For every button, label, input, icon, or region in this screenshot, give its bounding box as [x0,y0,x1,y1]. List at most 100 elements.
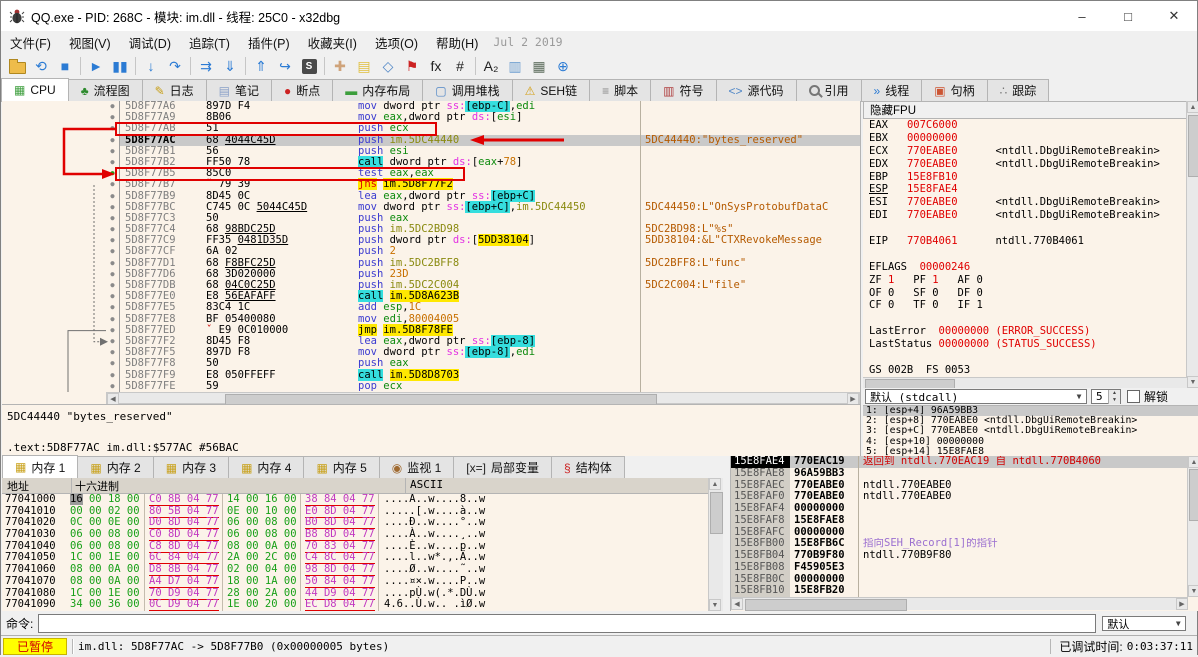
scroll-up-arrow[interactable]: ▲ [1187,101,1198,113]
scroll-down-arrow[interactable]: ▼ [709,599,721,611]
register-line[interactable] [863,222,1187,235]
menu-item[interactable]: 调试(D) [120,31,180,54]
register-line[interactable]: OF 0 SF 0 DF 0 [863,287,1187,300]
strings-icon[interactable]: S [297,55,321,77]
run-icon[interactable]: ► [84,55,108,77]
tab-notes[interactable]: ▤ 笔记 [205,79,273,101]
row-dot[interactable]: ● [106,269,119,280]
scroll-thumb[interactable] [1189,469,1198,521]
unlock-checkbox-group[interactable]: 解锁 [1127,388,1168,405]
register-line[interactable]: EDI 770EABE0 <ntdll.DbgUiRemoteBreakin> [863,209,1187,222]
scroll-right-arrow[interactable]: ▶ [1176,598,1188,610]
tab-seh[interactable]: ⚠ SEH链 [511,79,591,101]
menu-item[interactable]: 收藏夹(I) [299,31,366,54]
restart-icon[interactable]: ⟲ [29,55,53,77]
stack-row[interactable]: 15E8FAE8 96A59BB3 [731,467,1188,480]
scroll-thumb[interactable] [710,492,723,534]
register-line[interactable]: EDX 770EABE0 <ntdll.DbgUiRemoteBreakin> [863,158,1187,171]
pause-icon[interactable]: ▮▮ [108,55,132,77]
register-line[interactable]: ZF 1 PF 1 AF 0 [863,274,1187,287]
register-line[interactable] [863,351,1187,364]
row-dot[interactable]: ● [106,302,119,313]
row-dot[interactable]: ● [106,325,119,336]
disassembly-row[interactable]: ● 5D8F77F8 50 push eax [2,358,860,370]
row-dot[interactable]: ● [106,191,119,202]
row-dot[interactable]: ● [106,112,119,123]
tab-trace[interactable]: ∴ 跟踪 [986,79,1050,101]
row-dot[interactable]: ● [106,336,119,347]
step-over-icon[interactable]: ↷ [163,55,187,77]
tab-threads[interactable]: » 线程 [860,79,923,101]
registers-vscrollbar[interactable]: ▲ ▼ [1186,101,1198,388]
row-dot[interactable]: ● [106,157,119,168]
scroll-thumb[interactable] [745,599,907,611]
patch-icon[interactable]: ✚ [328,55,352,77]
tab-breakpoints[interactable]: ● 断点 [271,79,334,101]
scroll-down-arrow[interactable]: ▼ [1187,376,1198,388]
tab-call-stack[interactable]: ▢ 调用堆栈 [422,79,513,101]
row-dot[interactable]: ● [106,314,119,325]
register-line[interactable]: ESI 770EABE0 <ntdll.DbgUiRemoteBreakin> [863,196,1187,209]
row-dot[interactable]: ● [106,347,119,358]
spin-down-icon[interactable]: ▼ [1109,396,1120,404]
row-dot[interactable]: ● [106,291,119,302]
register-line[interactable]: EBP 15E8FB10 [863,171,1187,184]
tab-references[interactable]: 引用 [795,79,862,101]
command-input[interactable] [38,614,1097,633]
disassembly-hscrollbar[interactable]: ◀ ▶ [2,392,860,405]
tab-script[interactable]: ≡ 脚本 [589,79,652,101]
menu-item[interactable]: 帮助(H) [427,31,487,54]
row-dot[interactable]: ● [106,224,119,235]
registers-hscrollbar[interactable] [863,377,1187,389]
command-script-select[interactable]: 默认 ▼ [1102,616,1187,631]
stop-icon[interactable]: ■ [53,55,77,77]
tab-dump4[interactable]: ▦ 内存 4 [228,456,305,478]
stack-row[interactable]: 15E8FB04 770B9F80 ntdll.770B9F80 [731,549,1188,562]
tab-dump5[interactable]: ▦ 内存 5 [303,456,380,478]
argument-count-stepper[interactable]: 5 ▲ ▼ [1091,389,1121,404]
row-dot[interactable]: ● [106,280,119,291]
stack-vscrollbar[interactable]: ▲ ▼ [1187,456,1198,597]
calculator-icon[interactable]: ▦ [527,55,551,77]
tab-log[interactable]: ✎ 日志 [141,79,207,101]
tab-locals[interactable]: [x=] 局部变量 [453,456,552,478]
row-dot[interactable]: ● [106,202,119,213]
disassembly-row[interactable]: ● 5D8F77F9 E8 050FFEFF call im.5D8D8703 [2,368,860,381]
tab-dump3[interactable]: ▦ 内存 3 [152,456,230,478]
hide-fpu-button[interactable]: 隐藏FPU [863,101,1198,119]
column-header-address[interactable]: 地址 [2,478,71,493]
register-line[interactable]: LastStatus 00000000 (STATUS_SUCCESS) [863,338,1187,351]
row-dot[interactable]: ● [106,358,119,369]
open-file-icon[interactable] [5,55,29,77]
globe-icon[interactable]: ⊕ [551,55,575,77]
register-line[interactable]: EBX 00000000 [863,132,1187,145]
row-dot[interactable]: ● [106,381,119,392]
font-icon[interactable]: A₂ [479,55,503,77]
function-icon[interactable]: fx [424,55,448,77]
stack-hscrollbar[interactable]: ◀ ▶ [731,597,1188,611]
column-header-hex[interactable]: 十六进制 [71,478,405,493]
register-line[interactable]: LastError 00000000 (ERROR_SUCCESS) [863,325,1187,338]
label-icon[interactable]: ◇ [376,55,400,77]
maximize-button[interactable]: □ [1105,1,1151,31]
stack-row[interactable]: 15E8FB10 15E8FB20 [731,584,1188,597]
step-into-icon[interactable]: ↓ [139,55,163,77]
breakpoint-dot[interactable]: ● [106,168,119,179]
menu-item[interactable]: 选项(O) [366,31,427,54]
row-dot[interactable]: ● [106,258,119,269]
menu-item[interactable]: 追踪(T) [180,31,239,54]
close-button[interactable]: ✕ [1151,1,1197,31]
row-dot[interactable]: ● [106,370,119,381]
tab-struct[interactable]: § 结构体 [551,456,625,478]
row-dot[interactable]: ● [106,179,119,190]
scroll-thumb[interactable] [1188,115,1198,177]
row-dot[interactable]: ● [106,101,119,112]
register-line[interactable]: EAX 007C6000 [863,119,1187,132]
stack-row[interactable]: 15E8FAF8 15E8FAE8 [731,514,1188,527]
row-dot[interactable]: ● [106,213,119,224]
register-line[interactable] [863,248,1187,261]
tab-cpu[interactable]: ▦ CPU [1,78,69,101]
hash-icon[interactable]: # [448,55,472,77]
row-dot[interactable]: ● [106,246,119,257]
register-line[interactable]: ESP 15E8FAE4 [863,183,1187,196]
